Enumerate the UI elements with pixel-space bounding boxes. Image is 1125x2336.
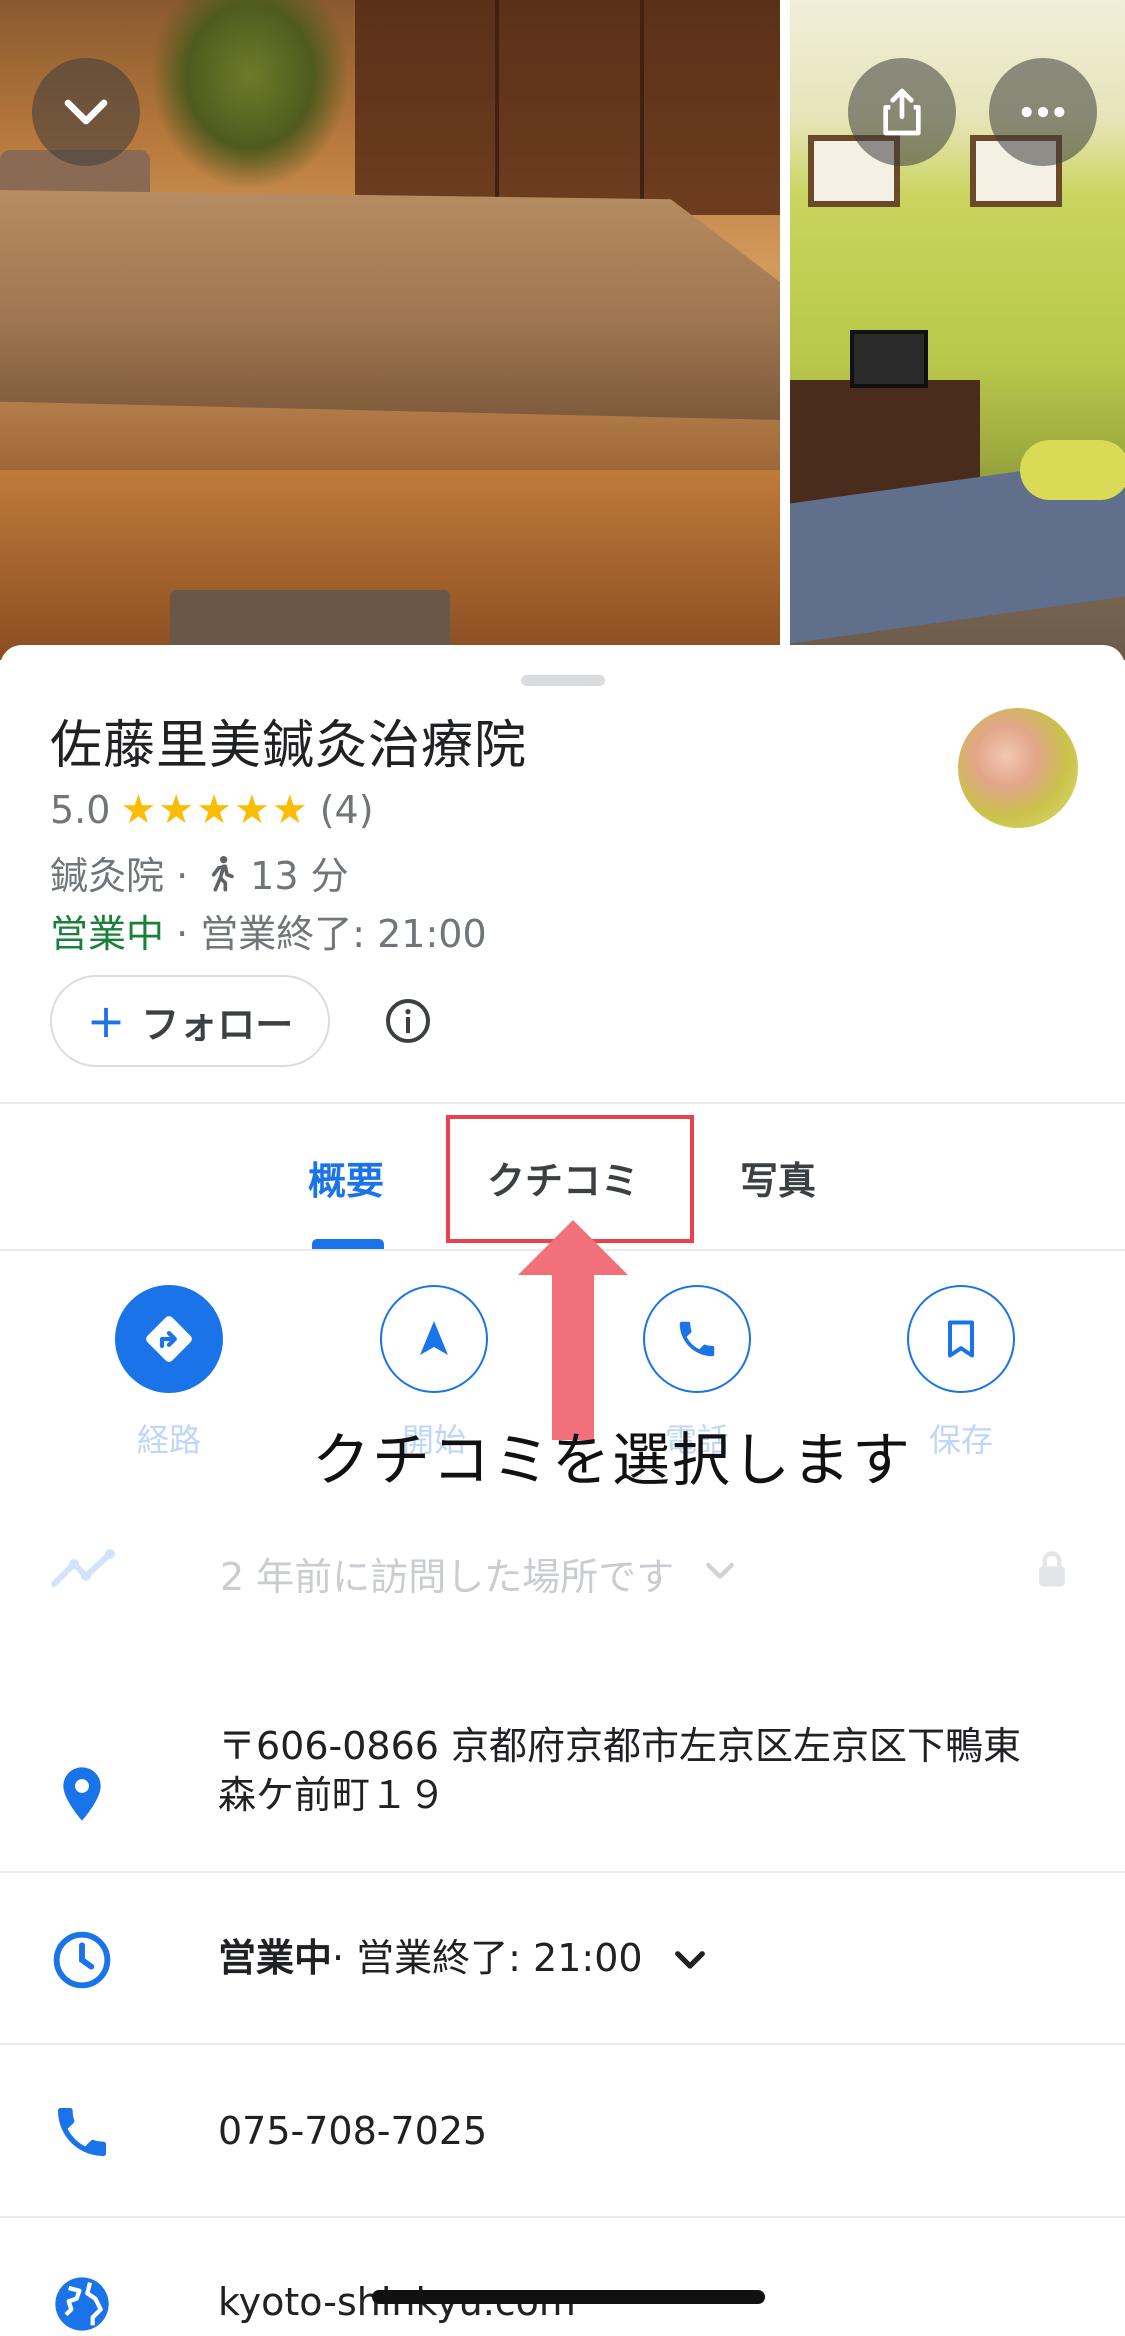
hours-row[interactable]: 営業中 · 営業終了: 21:00 — [218, 1934, 711, 1983]
visit-history-row[interactable]: 2 年前に訪問した場所です — [50, 1540, 1080, 1600]
phone-number[interactable]: 075-708-7025 — [218, 2107, 487, 2156]
divider — [0, 1102, 1125, 1104]
place-avatar[interactable] — [958, 708, 1078, 828]
star-rating: ★★★★★ — [120, 787, 310, 833]
hours-summary: 営業中 · 営業終了: 21:00 — [50, 903, 487, 958]
divider — [0, 2216, 1125, 2218]
home-indicator[interactable] — [372, 2290, 765, 2304]
place-title: 佐藤里美鍼灸治療院 — [50, 716, 528, 776]
directions-button[interactable] — [115, 1285, 223, 1393]
share-icon — [883, 88, 921, 136]
rating-value: 5.0 — [50, 788, 111, 832]
plus-icon: + — [86, 994, 126, 1048]
address-line-2: 森ケ前町１９ — [218, 1773, 447, 1817]
photo-plant — [150, 0, 350, 190]
photo-divider — [780, 0, 790, 660]
rating-row[interactable]: 5.0 ★★★★★ (4) — [50, 787, 374, 833]
visited-text: 2 年前に訪問した場所です — [220, 1555, 675, 1599]
follow-label: フォロー — [141, 1002, 294, 1047]
save-button[interactable] — [907, 1285, 1015, 1393]
call-button[interactable] — [643, 1285, 751, 1393]
place-sheet: 佐藤里美鍼灸治療院 5.0 ★★★★★ (4) 鍼灸院 · 13 分 営業中 ·… — [0, 645, 1125, 2331]
divider — [0, 1871, 1125, 1873]
active-tab-indicator — [312, 1239, 384, 1249]
walk-time: 13 分 — [250, 854, 349, 898]
info-icon[interactable] — [384, 997, 432, 1045]
annotation-arrow — [518, 1220, 628, 1440]
collapse-button[interactable] — [32, 58, 140, 166]
hours-closing: · 営業終了: 21:00 — [332, 1936, 643, 1980]
navigation-icon — [420, 1321, 448, 1355]
chevron-down-icon — [706, 1562, 734, 1579]
review-count: (4) — [319, 788, 374, 832]
photo-bed — [0, 190, 780, 420]
location-pin-icon — [63, 1767, 101, 1821]
closing-time: · 営業終了: 21:00 — [164, 912, 487, 956]
directions-label: 経路 — [136, 1421, 201, 1459]
lock-icon — [1039, 1551, 1065, 1587]
address[interactable]: 〒606-0866 京都府京都市左京区左京区下鴨東 森ケ前町１９ — [218, 1722, 1021, 1820]
hours-status: 営業中 — [218, 1936, 333, 1980]
phone-icon — [58, 2108, 106, 2156]
photo-cabinet — [355, 0, 780, 215]
open-status: 営業中 — [50, 912, 165, 956]
category-row: 鍼灸院 · 13 分 — [50, 845, 349, 900]
walking-icon — [212, 855, 235, 891]
tab-photos[interactable]: 写真 — [740, 1150, 816, 1205]
address-line-1: 〒606-0866 京都府京都市左京区左京区下鴨東 — [218, 1724, 1022, 1768]
photo-gallery[interactable] — [0, 0, 1125, 660]
more-options-button[interactable] — [989, 58, 1097, 166]
photo-laptop — [850, 330, 928, 388]
start-navigation-button[interactable] — [380, 1285, 488, 1393]
chevron-down-icon — [64, 99, 108, 125]
photo-towels — [1020, 440, 1125, 500]
phone-icon — [679, 1321, 715, 1357]
bookmark-icon — [947, 1320, 975, 1358]
tab-overview[interactable]: 概要 — [308, 1150, 384, 1205]
chevron-down-icon — [674, 1950, 705, 1969]
sheet-grabber[interactable] — [521, 675, 605, 686]
globe-icon — [55, 2277, 109, 2331]
directions-icon — [146, 1316, 192, 1362]
divider — [0, 2043, 1125, 2045]
trend-icon — [51, 1549, 115, 1587]
follow-button[interactable]: + フォロー — [50, 975, 330, 1067]
category-label: 鍼灸院 · — [50, 854, 189, 898]
clock-icon — [53, 1931, 111, 1989]
more-icon — [1021, 106, 1065, 118]
annotation-text: クチコミを選択します — [312, 1426, 913, 1494]
share-button[interactable] — [848, 58, 956, 166]
